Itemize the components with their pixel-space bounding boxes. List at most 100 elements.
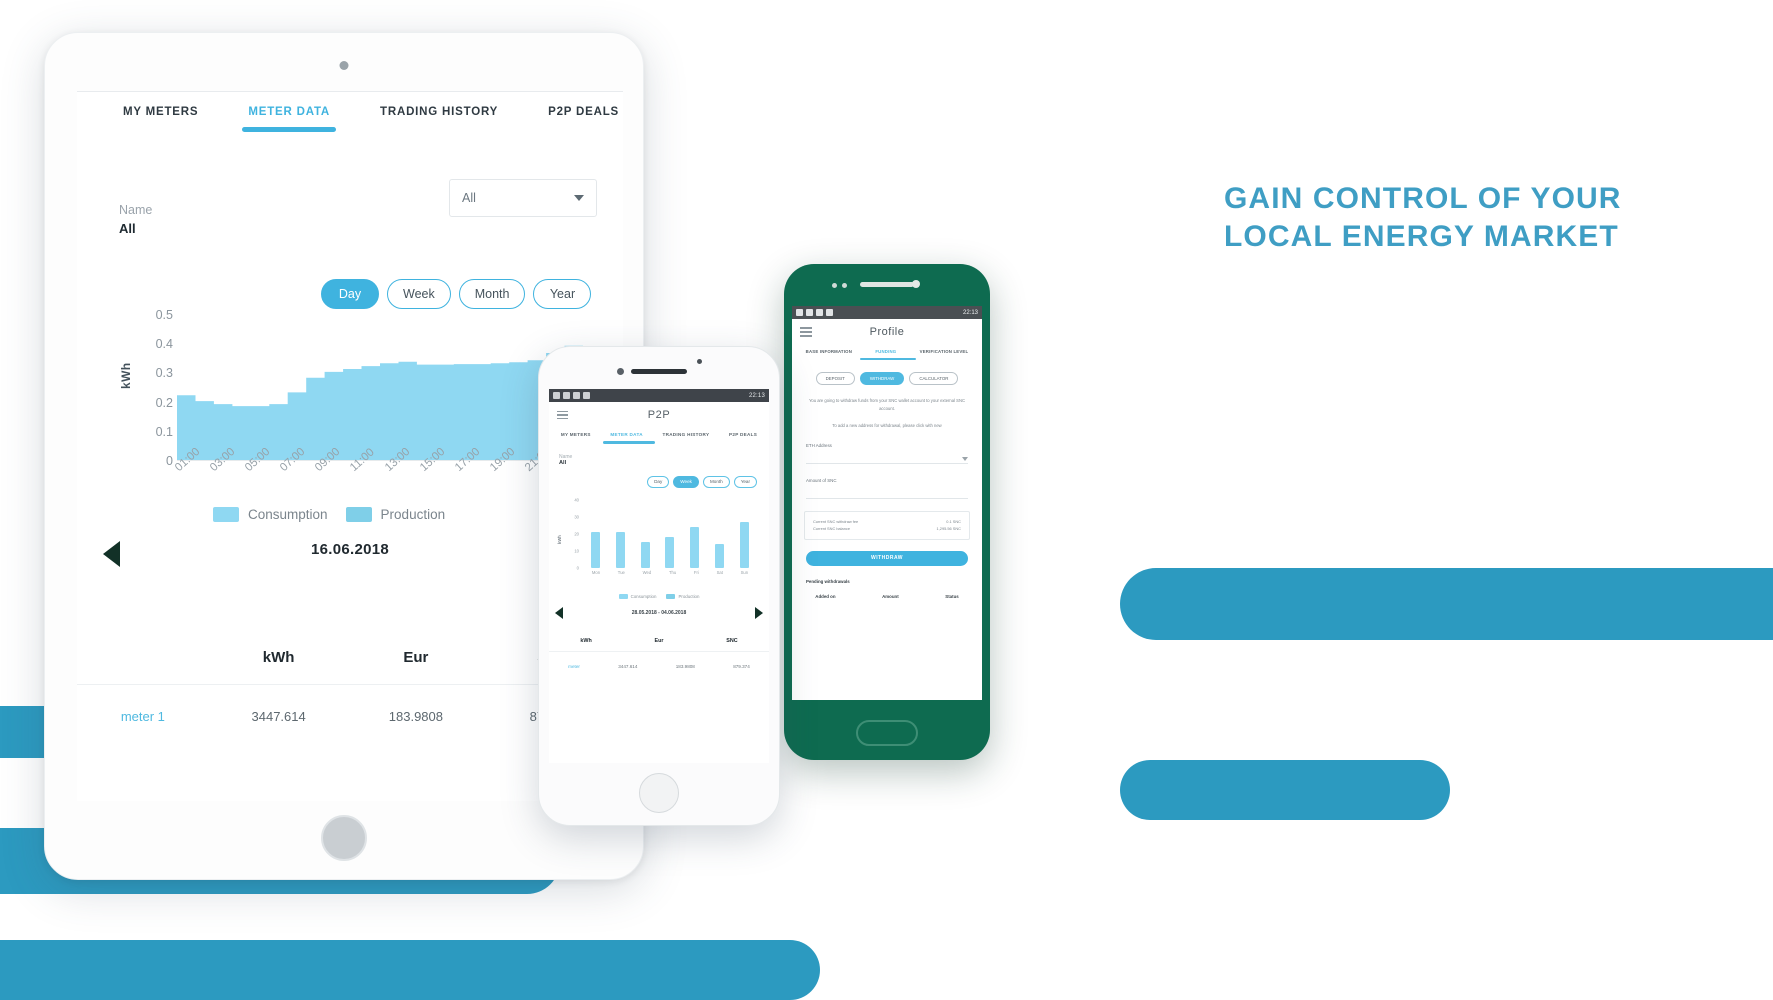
decorative-bar-right-bottom (1120, 760, 1450, 820)
iphone-home-button[interactable] (639, 773, 679, 813)
x-tick: Sat (716, 569, 723, 575)
chevron-down-icon (962, 456, 968, 461)
bar (590, 532, 600, 568)
message-icon (826, 309, 833, 316)
wifi-icon (806, 309, 813, 316)
weekly-bar-chart: kWh 40 30 20 10 0 Mon Tue Wed Thu Fri Sat Sun (557, 497, 761, 584)
chart-y-axis-label: kWh (119, 362, 133, 389)
name-value: All (559, 459, 567, 466)
pending-table-header: Added on Amount Status (792, 594, 982, 605)
y-tick: 10 (574, 548, 579, 554)
cell-snc: 879.374 (733, 663, 750, 669)
chart-plot-area (177, 315, 583, 461)
tablet-tab-bar: MY METERS METER DATA TRADING HISTORY P2P… (77, 91, 623, 140)
tab-p2p-deals[interactable]: P2P DEALS (729, 432, 757, 437)
triangle-right-icon[interactable] (755, 606, 763, 619)
x-tick: Thu (668, 569, 677, 575)
bar (715, 543, 725, 568)
balance-line: Current SNC balance 1,295.56 SNC (813, 525, 961, 532)
tab-p2p-deals[interactable]: P2P DEALS (548, 106, 619, 140)
chart-legend: Consumption Production (213, 507, 445, 522)
android-title: Profile (869, 326, 905, 338)
pill-day[interactable]: Day (647, 475, 670, 488)
pill-year[interactable]: Year (733, 475, 757, 488)
android-tab-bar: BASE INFORMATION FUNDING VERIFICATION LE… (792, 345, 982, 354)
tab-trading-history[interactable]: TRADING HISTORY (662, 432, 709, 437)
iphone-date-nav: 28.05.2018 - 04.06.2018 (549, 606, 769, 619)
segment-calculator[interactable]: CALCULATOR (909, 372, 959, 386)
th-eur: Eur (403, 649, 429, 666)
triangle-left-icon[interactable] (555, 606, 563, 619)
balance-line: Current SNC withdraw fee 0.1 SNC (813, 518, 961, 525)
legend-item-production: Production (345, 507, 445, 522)
tab-my-meters[interactable]: MY METERS (123, 106, 198, 140)
segment-withdraw[interactable]: WITHDRAW (859, 372, 905, 386)
area-chart-svg (177, 344, 583, 461)
bar-chart-y-label: kWh (557, 534, 562, 544)
pill-month[interactable]: Month (458, 279, 526, 309)
android-sensors (832, 283, 847, 288)
iphone-camera-icon (617, 368, 624, 375)
iphone-tab-bar: MY METERS METER DATA TRADING HISTORY P2P… (549, 428, 769, 437)
name-label: Name (119, 203, 153, 217)
legend-item-production: Production (666, 593, 699, 599)
iphone-tab-underline (603, 441, 655, 444)
x-tick: Fri (693, 569, 699, 575)
cell-meter-name[interactable]: meter (568, 664, 580, 669)
cell-kwh: 3447.614 (618, 663, 638, 669)
android-status-bar: 22:13 (792, 306, 982, 319)
y-tick: 30 (574, 514, 579, 520)
y-tick: 0 (166, 454, 173, 468)
hero-stage: GAIN CONTROL OF YOUR LOCAL ENERGY MARKET… (0, 0, 1773, 1000)
legend-swatch-production (345, 507, 372, 522)
iphone-chart-legend: Consumption Production (549, 593, 769, 599)
page-title: GAIN CONTROL OF YOUR LOCAL ENERGY MARKET (1224, 182, 1622, 254)
tab-meter-data[interactable]: METER DATA (242, 106, 336, 140)
date-range: 28.05.2018 - 04.06.2018 (631, 609, 687, 616)
android-home-button[interactable] (856, 720, 918, 746)
iphone-title: P2P (647, 409, 671, 421)
legend-label-consumption: Consumption (630, 593, 657, 599)
mail-icon (573, 392, 580, 399)
tab-base-information[interactable]: BASE INFORMATION (806, 349, 852, 354)
segment-deposit[interactable]: DEPOSIT (815, 372, 855, 386)
cell-meter-name[interactable]: meter 1 (77, 709, 209, 724)
th-snc: SNC (726, 637, 738, 644)
tab-verification-level[interactable]: VERIFICATION LEVEL (920, 349, 969, 354)
android-app-bar: Profile (792, 319, 982, 345)
tab-trading-history[interactable]: TRADING HISTORY (380, 106, 498, 140)
y-tick: 0.1 (155, 424, 173, 439)
pill-day[interactable]: Day (321, 279, 379, 309)
tablet-home-button[interactable] (321, 815, 367, 861)
amount-input[interactable] (806, 488, 968, 499)
x-tick: Sun (740, 569, 749, 575)
signal-icon (553, 392, 560, 399)
meter-filter-select[interactable]: All (449, 179, 597, 217)
eth-address-input[interactable] (806, 453, 968, 464)
fee-label: Current SNC withdraw fee (813, 518, 859, 524)
th-eur: Eur (654, 637, 664, 644)
legend-item-consumption: Consumption (618, 593, 657, 599)
pill-week[interactable]: Week (673, 475, 699, 488)
iphone-table-row[interactable]: meter 3447.614 183.9808 879.374 (549, 664, 769, 669)
th-added-on: Added on (815, 593, 836, 599)
pill-week[interactable]: Week (387, 279, 451, 309)
wifi-icon (583, 392, 590, 399)
withdraw-button[interactable]: WITHDRAW (806, 550, 968, 566)
iphone-sensor (697, 359, 702, 364)
fee-value: 0.1 SNC (946, 518, 961, 524)
status-time: 22:13 (962, 309, 978, 316)
iphone-screen: 22:13 P2P MY METERS METER DATA TRADING H… (549, 389, 769, 763)
bar (640, 542, 650, 568)
message-icon (563, 392, 570, 399)
legend-swatch-consumption (213, 507, 239, 522)
legend-swatch-consumption (618, 593, 628, 599)
tab-meter-data[interactable]: METER DATA (610, 432, 642, 437)
android-camera-icon (912, 280, 920, 288)
tab-my-meters[interactable]: MY METERS (561, 432, 591, 437)
tab-funding[interactable]: FUNDING (875, 349, 896, 354)
pill-year[interactable]: Year (533, 279, 592, 309)
y-tick: 0 (576, 565, 579, 571)
name-value: All (119, 221, 136, 236)
pill-month[interactable]: Month (702, 475, 730, 488)
